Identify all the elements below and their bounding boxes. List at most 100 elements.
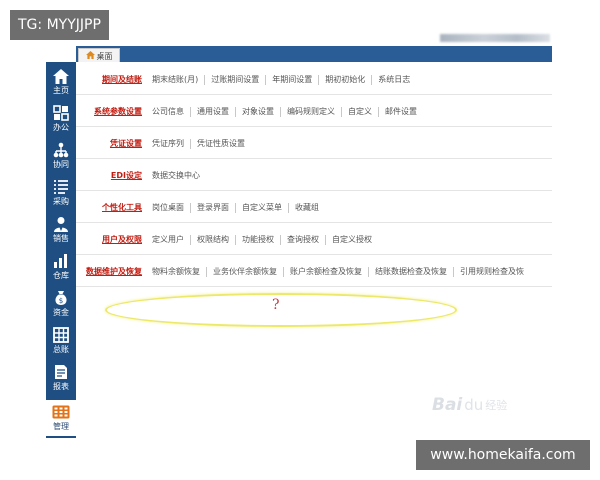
link-separator xyxy=(368,266,369,277)
link-separator xyxy=(371,74,373,85)
collaboration-tree-icon xyxy=(52,141,70,159)
link-closing-data-check[interactable]: 结账数据检查及恢复 xyxy=(375,266,447,277)
link-general-settings[interactable]: 通用设置 xyxy=(197,106,229,117)
section-links: 物料余额恢复 业务伙伴余额恢复 账户余额检查及恢复 结账数据检查及恢复 引用规则… xyxy=(152,266,550,277)
baidu-watermark: Bai du 经验 xyxy=(432,395,507,415)
link-permission-structure[interactable]: 权限结构 xyxy=(197,234,229,245)
paw-icon: du xyxy=(464,396,484,414)
svg-text:$: $ xyxy=(59,297,63,305)
screenshot-frame: 桌面 主页 办公 协同 采购 销售 仓库 $ 资金 总账 报表 管理 期间及结账… xyxy=(0,0,600,480)
sidebar-item-label: 采购 xyxy=(53,197,69,206)
sidebar-item-home[interactable]: 主页 xyxy=(46,64,76,100)
sidebar-item-purchase[interactable]: 采购 xyxy=(46,175,76,211)
section-title[interactable]: 凭证设置 xyxy=(110,138,142,149)
home-icon xyxy=(85,51,95,61)
sidebar-item-label: 办公 xyxy=(53,123,69,132)
link-mail-settings[interactable]: 邮件设置 xyxy=(385,106,417,117)
link-separator xyxy=(235,106,236,117)
section-personalization-tools: 个性化工具 岗位桌面 登录界面 自定义菜单 收藏组 xyxy=(76,192,552,223)
sidebar-item-label: 总账 xyxy=(53,345,69,354)
highlight-ellipse xyxy=(105,293,457,327)
link-custom-menu[interactable]: 自定义菜单 xyxy=(242,202,282,213)
tag-overlay: TG: MYYJJPP xyxy=(10,10,109,40)
section-edi-settings: EDI设定 数据交换中心 xyxy=(76,160,552,191)
section-title[interactable]: 期间及结账 xyxy=(102,74,142,85)
link-object-settings[interactable]: 对象设置 xyxy=(242,106,274,117)
section-title[interactable]: 用户及权限 xyxy=(102,234,142,245)
money-bag-icon: $ xyxy=(52,289,70,307)
site-overlay: www.homekaifa.com xyxy=(416,440,590,470)
sidebar-item-reports[interactable]: 报表 xyxy=(46,360,76,396)
tab-desktop-label: 桌面 xyxy=(96,51,113,61)
section-links: 公司信息 通用设置 对象设置 编码规则定义 自定义 邮件设置 xyxy=(152,106,417,117)
sidebar-item-funds[interactable]: $ 资金 xyxy=(46,286,76,322)
sidebar-item-ledger[interactable]: 总账 xyxy=(46,323,76,359)
tab-desktop[interactable]: 桌面 xyxy=(78,48,120,63)
link-partner-balance-recovery[interactable]: 业务伙伴余额恢复 xyxy=(213,266,277,277)
sidebar-item-management[interactable]: 管理 xyxy=(46,400,76,436)
link-material-balance-recovery[interactable]: 物料余额恢复 xyxy=(152,266,200,277)
link-voucher-sequence[interactable]: 凭证序列 xyxy=(152,138,184,149)
watermark-text: Bai xyxy=(432,395,463,415)
home-icon xyxy=(52,67,70,85)
section-voucher-settings: 凭证设置 凭证序列 凭证性质设置 xyxy=(76,128,552,159)
link-posting-period-settings[interactable]: 过账期间设置 xyxy=(211,74,259,85)
link-query-authorization[interactable]: 查询授权 xyxy=(287,234,319,245)
section-links: 定义用户 权限结构 功能授权 查询授权 自定义授权 xyxy=(152,234,372,245)
sidebar-item-label: 资金 xyxy=(53,308,69,317)
sidebar-item-sales[interactable]: 销售 xyxy=(46,212,76,248)
sidebar: 主页 办公 协同 采购 销售 仓库 $ 资金 总账 报表 管理 xyxy=(46,62,76,438)
link-separator xyxy=(190,234,191,245)
link-login-screen[interactable]: 登录界面 xyxy=(197,202,229,213)
link-separator xyxy=(378,106,379,117)
section-period-closing: 期间及结账 期末结账(月) 过账期间设置 年期间设置 期初初始化 系统日志 xyxy=(76,64,552,95)
sidebar-item-label: 销售 xyxy=(53,234,69,243)
sidebar-item-label: 管理 xyxy=(53,422,69,431)
section-title[interactable]: EDI设定 xyxy=(111,170,142,181)
link-year-period-settings[interactable]: 年期间设置 xyxy=(272,74,312,85)
link-separator xyxy=(204,74,206,85)
sidebar-item-warehouse[interactable]: 仓库 xyxy=(46,249,76,285)
section-data-maintenance: 数据维护及恢复 物料余额恢复 业务伙伴余额恢复 账户余额检查及恢复 结账数据检查… xyxy=(76,256,552,287)
section-title[interactable]: 个性化工具 xyxy=(102,202,142,213)
link-separator xyxy=(280,234,281,245)
link-custom[interactable]: 自定义 xyxy=(348,106,372,117)
section-title[interactable]: 数据维护及恢复 xyxy=(86,266,142,277)
sidebar-item-collaboration[interactable]: 协同 xyxy=(46,138,76,174)
link-custom-authorization[interactable]: 自定义授权 xyxy=(332,234,372,245)
link-separator xyxy=(190,106,191,117)
section-title[interactable]: 系统参数设置 xyxy=(94,106,142,117)
link-role-desktop[interactable]: 岗位桌面 xyxy=(152,202,184,213)
link-separator xyxy=(318,74,320,85)
link-data-exchange-center[interactable]: 数据交换中心 xyxy=(152,170,200,181)
link-separator xyxy=(325,234,326,245)
link-system-log[interactable]: 系统日志 xyxy=(378,74,410,85)
link-favorites-group[interactable]: 收藏组 xyxy=(295,202,319,213)
sidebar-item-office[interactable]: 办公 xyxy=(46,101,76,137)
link-separator xyxy=(190,138,191,149)
ledger-grid-icon xyxy=(52,326,70,344)
top-bar xyxy=(76,46,552,62)
link-separator xyxy=(453,266,454,277)
link-separator xyxy=(190,202,191,213)
link-company-info[interactable]: 公司信息 xyxy=(152,106,184,117)
link-separator xyxy=(235,202,236,213)
link-define-users[interactable]: 定义用户 xyxy=(152,234,184,245)
link-reference-rule-check[interactable]: 引用规则检查及恢 xyxy=(460,266,524,277)
link-separator xyxy=(235,234,236,245)
section-links: 数据交换中心 xyxy=(152,170,200,181)
blurred-page-header xyxy=(440,34,550,42)
link-opening-initialization[interactable]: 期初初始化 xyxy=(325,74,365,85)
watermark-cn: 经验 xyxy=(485,399,508,412)
purchase-list-icon xyxy=(52,178,70,196)
link-voucher-nature[interactable]: 凭证性质设置 xyxy=(197,138,245,149)
link-period-end-closing[interactable]: 期末结账(月) xyxy=(152,74,198,85)
sidebar-item-label: 主页 xyxy=(53,86,69,95)
management-calculator-icon xyxy=(52,403,70,421)
link-account-balance-check[interactable]: 账户余额检查及恢复 xyxy=(290,266,362,277)
office-grid-icon xyxy=(52,104,70,122)
link-separator xyxy=(288,202,289,213)
link-coding-rules[interactable]: 编码规则定义 xyxy=(287,106,335,117)
link-function-authorization[interactable]: 功能授权 xyxy=(242,234,274,245)
sales-person-icon xyxy=(52,215,70,233)
